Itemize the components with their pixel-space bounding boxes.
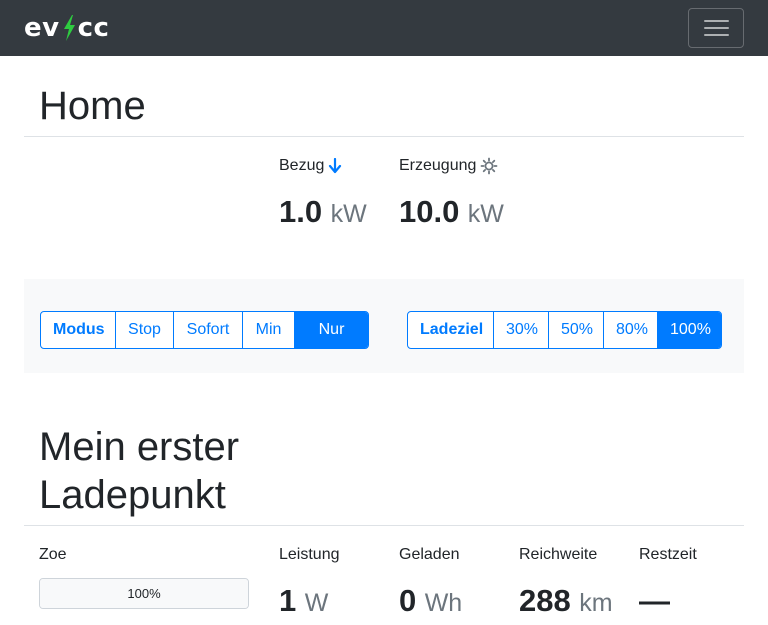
target-100-button[interactable]: 100% (657, 312, 721, 348)
mode-stop-button[interactable]: Stop (115, 312, 173, 348)
pv-unit: kW (467, 200, 504, 228)
remaining-metric: Restzeit — (639, 545, 697, 625)
sun-icon (480, 157, 498, 175)
power-metric: Leistung 1 W (279, 545, 340, 625)
arrow-down-icon (329, 158, 342, 174)
charged-unit: Wh (424, 589, 463, 617)
menu-toggle-button[interactable] (688, 8, 744, 48)
grid-metric: Bezug 1.0 kW (279, 156, 367, 236)
grid-label: Bezug (279, 157, 325, 174)
power-unit: W (304, 589, 329, 617)
navbar: ev cc (0, 0, 768, 56)
range-label: Reichweite (519, 546, 598, 563)
charged-label: Geladen (399, 546, 460, 563)
pv-label: Erzeugung (399, 157, 477, 174)
hamburger-icon (704, 20, 729, 22)
target-label: Ladeziel (420, 321, 484, 338)
target-80-button[interactable]: 80% (603, 312, 657, 348)
remaining-label: Restzeit (639, 546, 697, 563)
target-30-button[interactable]: 30% (493, 312, 548, 348)
vehicle-metric: Zoe (39, 545, 67, 565)
power-value: 1 (279, 583, 297, 618)
brand-logo[interactable]: ev cc (24, 13, 109, 43)
grid-value: 1.0 (279, 194, 323, 229)
hamburger-icon (704, 34, 729, 36)
range-metric: Reichweite 288 km (519, 545, 613, 625)
soc-progress-text: 100% (127, 586, 161, 601)
pv-value: 10.0 (399, 194, 460, 229)
mode-button-group: Modus Stop Sofort Min Nur PV (40, 311, 369, 349)
soc-progress-bar: 100% (39, 578, 249, 609)
divider (24, 525, 744, 526)
loadpoint-title-line1: Mein erster (39, 425, 240, 469)
mode-min-button[interactable]: Min (242, 312, 294, 348)
hamburger-icon (704, 27, 729, 29)
loadpoint-title: Mein erster Ladepunkt (39, 423, 239, 519)
lightning-bolt-icon (63, 15, 75, 41)
brand-text-right: cc (77, 13, 110, 43)
page-title: Home (39, 84, 146, 128)
range-unit: km (579, 589, 613, 617)
range-value: 288 (519, 583, 571, 618)
mode-label: Modus (53, 321, 105, 338)
divider (24, 136, 744, 137)
brand-text-left: ev (24, 13, 60, 43)
mode-pv-button[interactable]: Nur PV (294, 312, 368, 348)
target-50-button[interactable]: 50% (548, 312, 603, 348)
target-button-group: Ladeziel 30% 50% 80% 100% (407, 311, 722, 349)
vehicle-name: Zoe (39, 546, 67, 563)
loadpoint-title-line2: Ladepunkt (39, 473, 226, 517)
mode-now-button[interactable]: Sofort (173, 312, 242, 348)
remaining-value: — (639, 583, 670, 618)
grid-unit: kW (330, 200, 367, 228)
charged-value: 0 (399, 583, 417, 618)
power-label: Leistung (279, 546, 340, 563)
pv-metric: Erzeugung 10.0 kW (399, 156, 504, 236)
charged-metric: Geladen 0 Wh (399, 545, 462, 625)
